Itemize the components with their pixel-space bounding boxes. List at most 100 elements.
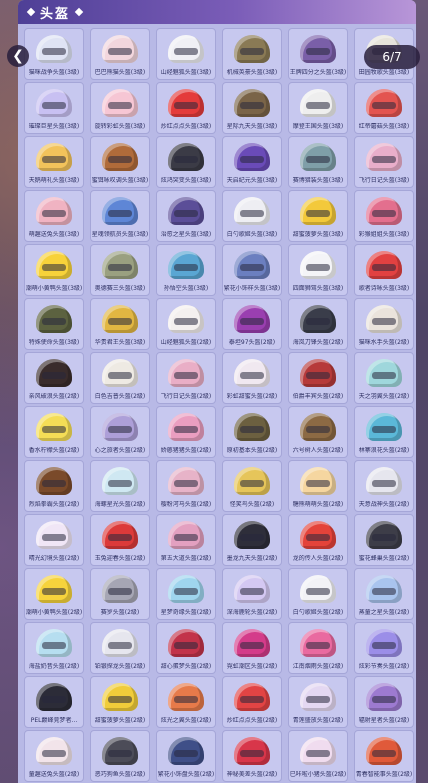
helmet-card[interactable]: 山经魅狐头盔(2级) <box>156 298 216 350</box>
helmet-card[interactable]: 华贵君王头盔(3级) <box>90 298 150 350</box>
helmet-card[interactable]: 飞行日记头盔(3级) <box>354 136 414 188</box>
helmet-card[interactable]: 江南烟雨头盔(2级) <box>288 622 348 674</box>
helmet-label: 白勺歌姬头盔(3级) <box>226 231 278 238</box>
helmet-card[interactable]: 青莲盛放头盔(2级) <box>288 676 348 728</box>
helmet-card[interactable]: 孙悟空头盔(3级) <box>156 244 216 296</box>
helmet-label: 山经魅狐头盔(2级) <box>160 339 212 346</box>
helmet-card[interactable]: 蜜饵咏叹调头盔(3级) <box>90 136 150 188</box>
helmet-card[interactable]: 龙的传人头盔(2级) <box>288 514 348 566</box>
helmet-card[interactable]: 心之旅者头盔(2级) <box>90 406 150 458</box>
helmet-card[interactable]: 晴光幻境头盔(2级) <box>24 514 84 566</box>
helmet-visor <box>306 264 330 271</box>
helmet-card[interactable]: 特殊使命头盔(3级) <box>24 298 84 350</box>
helmet-card[interactable]: 机械英豪头盔(3级) <box>222 28 282 80</box>
helmet-card[interactable]: 歌者诗咏头盔(3级) <box>354 244 414 296</box>
helmet-label: 怪笑鸟头盔(2级) <box>229 501 275 508</box>
helmet-card[interactable]: 四面狮驾头盔(3级) <box>288 244 348 296</box>
helmet-card[interactable]: 辐射星者头盔(2级) <box>354 676 414 728</box>
helmet-card[interactable]: 赛博猎装头盔(3级) <box>288 136 348 188</box>
helmet-visor <box>372 642 396 649</box>
helmet-card[interactable]: 炫光之翼头盔(2级) <box>156 676 216 728</box>
helmet-card[interactable]: 赛罗头盔(2级) <box>90 568 150 620</box>
helmet-card[interactable]: 白勺歌姬头盔(2级) <box>288 568 348 620</box>
helmet-card[interactable]: 亲风破浪头盔(2级) <box>24 352 84 404</box>
helmet-card[interactable]: 深海鹿轮头盔(2级) <box>222 568 282 620</box>
helmet-card[interactable]: 霓虹潮区头盔(2级) <box>222 622 282 674</box>
helmet-card[interactable]: 墨龙九天头盔(2级) <box>222 514 282 566</box>
helmet-card[interactable]: 烈焰拳霸头盔(2级) <box>24 460 84 512</box>
helmet-card[interactable]: 甜心蛋梦头盔(2级) <box>156 622 216 674</box>
helmet-card[interactable]: 彩虹甜蜜头盔(2级) <box>222 352 282 404</box>
helmet-card[interactable]: 林寨浪花头盔(2级) <box>354 406 414 458</box>
helmet-card[interactable]: 彩猴姐姐头盔(3级) <box>354 190 414 242</box>
helmet-card[interactable]: 星梦奇缘头盔(2级) <box>156 568 216 620</box>
helmet-card[interactable]: 蒸童之星头盔(2级) <box>354 568 414 620</box>
helmet-card[interactable]: 王牌四分之头盔(3级) <box>288 28 348 80</box>
helmet-label: 繁花小饰盘头盔(2级) <box>157 771 215 778</box>
helmet-card[interactable]: 铂银探龙头盔(2级) <box>90 622 150 674</box>
back-button[interactable]: ❮ <box>7 45 29 67</box>
helmet-icon <box>36 35 72 63</box>
helmet-card[interactable]: 甜蜜菠萝头盔(2级) <box>90 676 150 728</box>
helmet-card[interactable]: 旋转彩虹头盔(3级) <box>90 82 150 134</box>
helmet-card[interactable]: 星际九天头盔(3级) <box>222 82 282 134</box>
helmet-card[interactable]: 天鹅萌礼头盔(3级) <box>24 136 84 188</box>
helmet-label: 机械英豪头盔(3级) <box>226 69 278 76</box>
helmet-card[interactable]: 红帝蘑菇头盔(3级) <box>354 82 414 134</box>
helmet-card[interactable]: 伯爵丰宾头盔(2级) <box>288 352 348 404</box>
helmet-card[interactable]: 香水柠檬头盔(2级) <box>24 406 84 458</box>
helmet-card[interactable]: 海盐奶昔头盔(2级) <box>24 622 84 674</box>
helmet-card[interactable]: 炒红点点头盔(3级) <box>156 82 216 134</box>
helmet-card[interactable]: 繁花小饰盘头盔(2级) <box>156 730 216 782</box>
helmet-card[interactable]: 炫彩节奏头盔(2级) <box>354 622 414 674</box>
helmet-card[interactable]: 青春智能事头盔(2级) <box>354 730 414 782</box>
helmet-card[interactable]: 童趣送兔头盔(2级) <box>24 730 84 782</box>
helmet-card[interactable]: 萌趣送兔头盔(3级) <box>24 190 84 242</box>
helmet-card[interactable]: 玉兔迎春头盔(2级) <box>90 514 150 566</box>
helmet-card[interactable]: 白色吉普头盔(2级) <box>90 352 150 404</box>
helmet-card[interactable]: PEL巅峰竞梦者... <box>24 676 84 728</box>
helmet-card[interactable]: 巴巴熊猫头盔(3级) <box>90 28 150 80</box>
helmet-card[interactable]: 天意战神头盔(2级) <box>354 460 414 512</box>
helmet-card[interactable]: 治愈之星头盔(3级) <box>156 190 216 242</box>
helmet-card[interactable]: 璀璨巨星头盔(3级) <box>24 82 84 134</box>
helmet-card[interactable]: 飞行日记头盔(2级) <box>156 352 216 404</box>
helmet-card[interactable]: 潮萌小黄鸭头盔(2级) <box>24 568 84 620</box>
helmet-visor <box>42 642 66 649</box>
helmet-card[interactable]: 糖熊萌萌头盔(2级) <box>288 460 348 512</box>
helmet-card[interactable]: 炒红点点头盔(2级) <box>222 676 282 728</box>
helmet-icon <box>300 359 336 387</box>
helmet-visor <box>240 534 264 541</box>
helmet-card[interactable]: 猫咪水手头盔(2级) <box>354 298 414 350</box>
helmet-label: 四面狮驾头盔(3级) <box>292 285 344 292</box>
helmet-card[interactable]: 已咔啦小猪头盔(2级) <box>288 730 348 782</box>
helmet-card[interactable]: 娇憨猪猪头盔(2级) <box>156 406 216 458</box>
helmet-card[interactable]: 白勺歌姬头盔(3级) <box>222 190 282 242</box>
helmet-card[interactable]: 恶巧狗鱼头盔(2级) <box>90 730 150 782</box>
helmet-card[interactable]: 樱粉河马头盔(2级) <box>156 460 216 512</box>
helmet-card[interactable]: 猫咪战争头盔(3级) <box>24 28 84 80</box>
helmet-card[interactable]: 星魂领航员头盔(3级) <box>90 190 150 242</box>
helmet-card[interactable]: 潮萌小黄鸭头盔(3级) <box>24 244 84 296</box>
helmet-label: 赛罗头盔(2级) <box>100 609 140 616</box>
helmet-visor <box>240 642 264 649</box>
helmet-card[interactable]: 怪笑鸟头盔(2级) <box>222 460 282 512</box>
helmet-card[interactable]: 海岚刀锋头盔(2级) <box>288 298 348 350</box>
helmet-card[interactable]: 海螺星光头盔(2级) <box>90 460 150 512</box>
helmet-card[interactable]: 泰坦97头盔(2级) <box>222 298 282 350</box>
helmet-label: 亲风破浪头盔(2级) <box>28 393 80 400</box>
helmet-card[interactable]: 奥德赛三头盔(3级) <box>90 244 150 296</box>
helmet-card[interactable]: 甜蜜菠萝头盔(3级) <box>288 190 348 242</box>
helmet-card[interactable]: 摩登王国头盔(3级) <box>288 82 348 134</box>
helmet-card[interactable]: 繁花小饰样头盔(3级) <box>222 244 282 296</box>
helmet-card[interactable]: 蜜花蜂巢头盔(2级) <box>354 514 414 566</box>
helmet-card[interactable]: 原初基本头盔(2级) <box>222 406 282 458</box>
helmet-card[interactable]: 天之羽翼头盔(2级) <box>354 352 414 404</box>
helmet-card[interactable]: 山经魅狐头盔(3级) <box>156 28 216 80</box>
helmet-card[interactable]: 第五大道头盔(2级) <box>156 514 216 566</box>
helmet-icon <box>300 521 336 549</box>
helmet-card[interactable]: 神秘美差头盔(2级) <box>222 730 282 782</box>
helmet-card[interactable]: 六号树人头盔(2级) <box>288 406 348 458</box>
helmet-card[interactable]: 天启纪元头盔(3级) <box>222 136 282 188</box>
helmet-card[interactable]: 炫鸿突变头盔(3级) <box>156 136 216 188</box>
